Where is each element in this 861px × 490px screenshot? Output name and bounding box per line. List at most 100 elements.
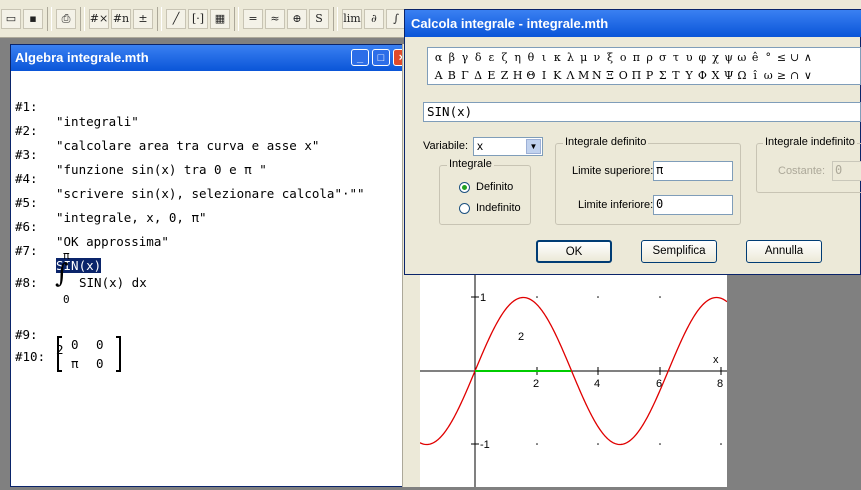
symbol-key[interactable]: Ρ [643, 67, 656, 84]
symbol-key[interactable]: δ [472, 49, 485, 66]
variable-select[interactable]: x ▼ [473, 137, 543, 156]
x-tick-label: 8 [717, 378, 723, 390]
lower-limit-input[interactable]: 0 [653, 195, 733, 215]
symbol-key[interactable]: κ [551, 49, 564, 66]
symbol-key[interactable]: λ [564, 49, 577, 66]
symbol-key[interactable]: Ο [617, 67, 630, 84]
symbol-key[interactable]: Ε [485, 67, 498, 84]
symbol-key[interactable]: β [445, 49, 458, 66]
ok-button[interactable]: OK [536, 240, 612, 263]
symbol-key[interactable]: α [432, 49, 445, 66]
matrix-expression-row[interactable]: #10: 0 0 π 0 [15, 336, 215, 378]
symbol-key[interactable]: η [511, 49, 524, 66]
simplify-button[interactable]: Semplifica [641, 240, 717, 263]
symbol-key[interactable]: Β [445, 67, 458, 84]
symbol-key[interactable]: ω [735, 49, 748, 66]
save-icon[interactable]: ▪ [23, 8, 43, 29]
symbol-key[interactable]: χ [709, 49, 722, 66]
upper-limit-input[interactable]: π [653, 161, 733, 181]
symbol-key[interactable]: Π [630, 67, 643, 84]
symbol-key[interactable]: υ [683, 49, 696, 66]
symbol-key[interactable]: Δ [472, 67, 485, 84]
symbol-key[interactable]: ψ [722, 49, 735, 66]
integral-icon[interactable]: ∫ [386, 8, 406, 29]
variable-label: Variabile: [423, 140, 469, 152]
upper-limit-label: Limite superiore: [572, 165, 654, 177]
symbol-key[interactable]: ê [749, 49, 762, 66]
toolbar-separator [333, 6, 338, 31]
open-icon[interactable]: ▭ [1, 8, 21, 29]
symbol-key[interactable]: ι [538, 49, 551, 66]
symbol-key[interactable]: ω [762, 67, 775, 84]
symbol-key[interactable]: φ [696, 49, 709, 66]
expression-input[interactable]: SIN(x) [423, 102, 861, 122]
substitute-icon[interactable]: S [309, 8, 329, 29]
approx-equals-icon[interactable]: ≈ [265, 8, 285, 29]
plot-canvas: 1 -1 2 4 6 8 x 2 [419, 272, 728, 487]
symbol-key[interactable]: ∨ [801, 67, 814, 84]
toolbar-separator [234, 6, 239, 31]
symbol-key[interactable]: ο [617, 49, 630, 66]
symbol-key[interactable]: ν [590, 49, 603, 66]
constant-input[interactable]: 0 [832, 161, 861, 181]
symbol-key[interactable]: ∧ [801, 49, 814, 66]
symbol-key[interactable]: Τ [669, 67, 682, 84]
symbol-key[interactable]: ° [762, 49, 775, 66]
symbol-key[interactable]: î [749, 67, 762, 84]
chevron-down-icon[interactable]: ▼ [526, 139, 541, 154]
approx-icon[interactable]: ± [133, 8, 153, 29]
variable-select-value: x [477, 139, 483, 153]
symbol-key[interactable]: ∩ [788, 67, 801, 84]
grid-icon[interactable]: ▦ [210, 8, 230, 29]
symbol-key[interactable]: Χ [709, 67, 722, 84]
symbol-key[interactable]: Μ [577, 67, 590, 84]
symbol-key[interactable]: π [630, 49, 643, 66]
x-tick-label: 2 [533, 378, 539, 390]
symbol-key[interactable]: θ [524, 49, 537, 66]
minimize-button[interactable]: _ [351, 49, 369, 66]
symbol-key[interactable]: ≤ [775, 49, 788, 66]
symbol-key[interactable]: ε [485, 49, 498, 66]
limit-icon[interactable]: lim [342, 8, 362, 29]
equals-icon[interactable]: = [243, 8, 263, 29]
symbol-key[interactable]: γ [458, 49, 471, 66]
symbol-key[interactable]: Γ [458, 67, 471, 84]
symbol-key[interactable]: Φ [696, 67, 709, 84]
vector-icon[interactable]: [·] [188, 8, 208, 29]
symbol-key[interactable]: Α [432, 67, 445, 84]
line-icon[interactable]: ╱ [166, 8, 186, 29]
derivative-icon[interactable]: ∂ [364, 8, 384, 29]
symbol-key[interactable]: Λ [564, 67, 577, 84]
zoom-icon[interactable]: ⊕ [287, 8, 307, 29]
x-axis-label: x [713, 354, 719, 366]
symbol-key[interactable]: Ξ [603, 67, 616, 84]
symbol-key[interactable]: ξ [603, 49, 616, 66]
symbol-key[interactable]: Σ [656, 67, 669, 84]
symbol-key[interactable]: Ω [735, 67, 748, 84]
symbol-key[interactable]: Κ [551, 67, 564, 84]
radio-definite[interactable] [459, 182, 470, 193]
symbol-key[interactable]: Ψ [722, 67, 735, 84]
symbol-key[interactable]: ρ [643, 49, 656, 66]
symbol-key[interactable]: Υ [683, 67, 696, 84]
expression-text: "OK approssima" [56, 234, 169, 249]
symbol-key[interactable]: ≥ [775, 67, 788, 84]
radio-indefinite[interactable] [459, 203, 470, 214]
symbol-key[interactable]: ζ [498, 49, 511, 66]
print-icon[interactable]: ⎙ [56, 8, 76, 29]
symbol-key[interactable]: τ [669, 49, 682, 66]
symbol-key[interactable]: μ [577, 49, 590, 66]
symbol-key[interactable]: ∪ [788, 49, 801, 66]
symbol-key[interactable]: σ [656, 49, 669, 66]
matrix-icon[interactable]: #× [89, 8, 109, 29]
number-icon[interactable]: #n [111, 8, 131, 29]
symbol-key[interactable]: Η [511, 67, 524, 84]
maximize-button[interactable]: □ [372, 49, 390, 66]
expression-text: "scrivere sin(x), selezionare calcola"·"… [56, 186, 365, 201]
integral-expression-row[interactable]: #8: π ∫ SIN(x) dx 0 [15, 249, 215, 306]
symbol-key[interactable]: Θ [524, 67, 537, 84]
cancel-button[interactable]: Annulla [746, 240, 822, 263]
symbol-key[interactable]: Ζ [498, 67, 511, 84]
symbol-key[interactable]: Ι [538, 67, 551, 84]
symbol-key[interactable]: Ν [590, 67, 603, 84]
